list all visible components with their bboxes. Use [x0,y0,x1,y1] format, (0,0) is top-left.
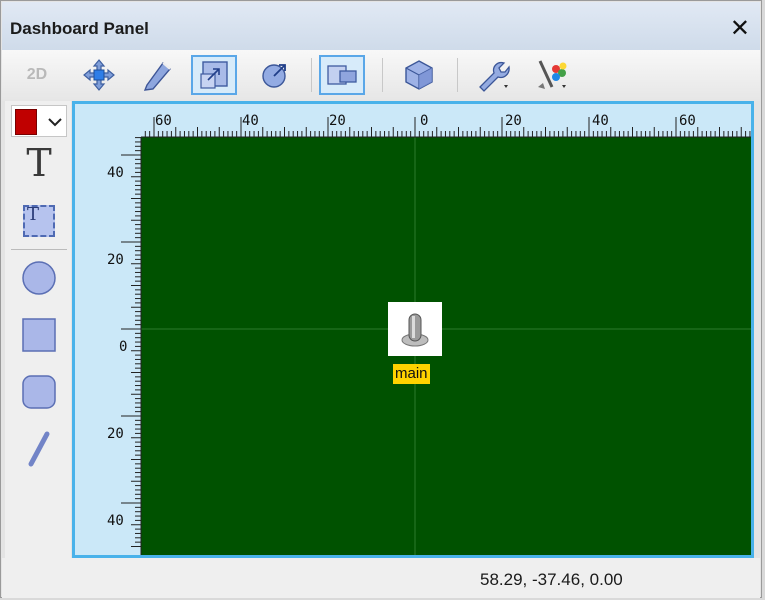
main-object[interactable] [388,302,442,356]
dashboard-panel-window: Dashboard Panel ✕ 2D T T 60 40 20 0 20 4… [0,0,762,598]
rectangle-icon [22,318,56,352]
resize-tool-button[interactable] [191,55,237,95]
2d-mode-button[interactable]: 2D [14,55,60,95]
pencil-tool-button[interactable] [134,55,180,95]
appearance-tool-button[interactable] [528,55,574,95]
left-ruler-label: 40 [107,513,124,529]
resize-icon [200,61,228,89]
circle-icon [22,261,56,295]
line-icon [28,431,50,467]
top-ruler-label: 40 [242,113,259,129]
rounded-rectangle-icon [22,375,56,409]
rectangle-tool-button[interactable] [17,313,61,357]
3d-object-button[interactable] [396,55,442,95]
top-ruler-label: 0 [420,113,428,129]
tools-divider [11,249,67,250]
text-box-tool-button[interactable]: T [17,199,61,243]
toolbar: 2D [2,50,760,101]
palette-icon [538,60,567,89]
left-ruler-label: 0 [119,339,127,355]
color-picker[interactable] [11,105,67,137]
cursor-coordinates: 58.29, -37.46, 0.00 [480,570,623,589]
close-button[interactable]: ✕ [730,14,750,42]
canvas-viewport[interactable]: 60 40 20 0 20 40 60 40 20 0 20 40 main [72,101,754,558]
text-icon: T [26,141,52,185]
line-tool-button[interactable] [17,427,61,471]
wrench-icon [479,61,510,92]
left-ruler-label: 20 [107,426,124,442]
rotate-tool-button[interactable] [252,55,298,95]
cube-icon [405,60,433,90]
design-canvas[interactable] [141,137,751,555]
top-ruler-label: 20 [505,113,522,129]
move-icon [83,59,115,91]
circle-tool-button[interactable] [17,256,61,300]
title-bar: Dashboard Panel ✕ [2,2,760,50]
left-ruler-label: 40 [107,165,124,181]
frame-icon [327,65,357,85]
move-tool-button[interactable] [76,55,122,95]
top-ruler-label: 60 [155,113,172,129]
toolbar-separator [311,58,312,92]
settings-tool-button[interactable] [470,55,516,95]
left-ruler-label: 20 [107,252,124,268]
frame-tool-button[interactable] [319,55,365,95]
joystick-icon [401,313,429,347]
chevron-down-icon [48,118,62,127]
color-swatch [15,109,37,135]
top-ruler-label: 60 [679,113,696,129]
pencil-icon [143,61,171,91]
top-ruler-label: 20 [329,113,346,129]
top-ruler-label: 40 [592,113,609,129]
text-box-glyph: T [27,204,40,225]
status-bar: 58.29, -37.46, 0.00 [2,558,760,598]
object-label[interactable]: main [393,364,430,384]
text-tool-button[interactable]: T [17,141,61,185]
text-box-icon: T [23,204,55,237]
shape-tools-panel: T T [5,101,71,558]
toolbar-separator [382,58,383,92]
rounded-rectangle-tool-button[interactable] [17,370,61,414]
rotate-icon [262,64,286,88]
panel-title: Dashboard Panel [10,19,149,38]
toolbar-separator [457,58,458,92]
